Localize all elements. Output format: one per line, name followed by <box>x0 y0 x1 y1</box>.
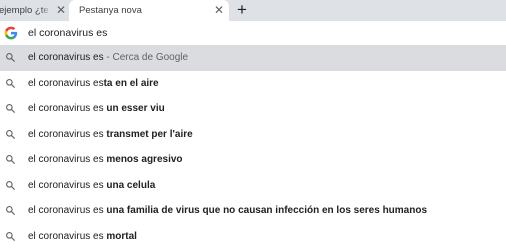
search-icon <box>6 155 16 165</box>
tab-new-tab[interactable]: Pestanya nova ✕ <box>69 0 229 21</box>
suggestion-text: el coronavirus es menos agresivo <box>28 154 183 165</box>
suggestion-text: el coronavirus es - Cerca de Google <box>28 52 189 63</box>
address-input[interactable]: el coronavirus es <box>28 21 107 45</box>
suggestion-item[interactable]: el coronavirus es una celula <box>0 173 506 199</box>
search-icon <box>6 180 16 190</box>
suggestion-item[interactable]: el coronavirus es - Cerca de Google <box>0 45 506 71</box>
tab-strip: ejemplo ¿te co ✕ Pestanya nova ✕ + <box>0 0 506 21</box>
search-icon <box>6 206 16 216</box>
tab-title: Pestanya nova <box>79 5 142 16</box>
suggestion-item[interactable]: el coronavirus es mortal <box>0 224 506 250</box>
plus-icon[interactable]: + <box>233 0 251 21</box>
suggestion-item[interactable]: el coronavirus es menos agresivo <box>0 147 506 173</box>
suggestion-item[interactable]: el coronavirus es transmet per l'aire <box>0 122 506 148</box>
suggestion-item[interactable]: el coronavirus es un esser viu <box>0 96 506 122</box>
close-icon[interactable]: ✕ <box>213 0 225 21</box>
close-icon[interactable]: ✕ <box>55 0 67 21</box>
address-bar[interactable]: el coronavirus es <box>0 21 506 45</box>
search-icon <box>6 78 16 88</box>
suggestion-text: el coronavirus esta en el aire <box>28 77 159 89</box>
suggestion-text: el coronavirus es un esser viu <box>28 103 165 114</box>
tab-title: ejemplo ¿te co <box>0 5 51 16</box>
search-icon <box>6 129 16 139</box>
search-icon <box>6 53 16 63</box>
suggestion-item[interactable]: el coronavirus es una familia de virus q… <box>0 198 506 224</box>
suggestion-list: el coronavirus es - Cerca de Google el c… <box>0 45 506 249</box>
suggestion-item[interactable]: el coronavirus esta en el aire <box>0 71 506 97</box>
suggestion-text: el coronavirus es transmet per l'aire <box>28 128 193 140</box>
suggestion-text: el coronavirus es mortal <box>28 230 137 242</box>
tab-ejemplo[interactable]: ejemplo ¿te co ✕ <box>0 0 69 21</box>
search-icon <box>6 231 16 241</box>
google-g-icon <box>4 26 18 40</box>
search-icon <box>6 104 16 114</box>
suggestion-text: el coronavirus es una celula <box>28 179 156 191</box>
suggestion-text: el coronavirus es una familia de virus q… <box>28 205 428 216</box>
